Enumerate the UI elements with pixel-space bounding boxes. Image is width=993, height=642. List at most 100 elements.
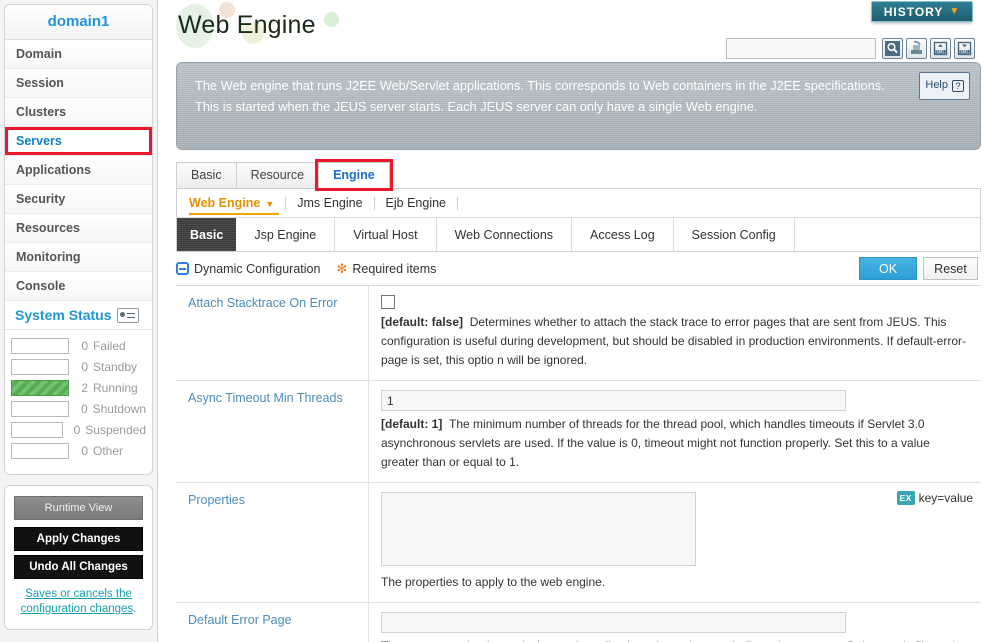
subtab-jsp-engine[interactable]: Jsp Engine: [236, 218, 336, 251]
sidebar-item-resources[interactable]: Resources: [5, 214, 152, 243]
field-control: [default: 1] The minimum number of threa…: [369, 381, 981, 482]
sidebar-item-servers[interactable]: Servers: [5, 127, 152, 156]
sidebar-nav-card: domain1 Domain Session Clusters Servers …: [4, 4, 153, 475]
sidebar: domain1 Domain Session Clusters Servers …: [0, 0, 158, 642]
status-label: Failed: [93, 339, 126, 353]
status-bar: [11, 401, 69, 417]
required-items-hint: ✻ Required items: [336, 261, 436, 277]
field-label: Properties: [176, 483, 369, 602]
question-mark-icon: ?: [952, 79, 964, 92]
form-row-default-error-page: Default Error Page The error page that i…: [176, 603, 981, 642]
laptop-icon[interactable]: [117, 307, 140, 323]
header-toolbar: XML XML: [726, 38, 975, 59]
status-label: Shutdown: [92, 402, 146, 416]
field-description-text: The minimum number of threads for the th…: [381, 417, 930, 469]
divider: [457, 196, 459, 210]
status-row-suspended: 0 Suspended: [11, 422, 146, 438]
field-label: Async Timeout Min Threads: [176, 381, 369, 482]
sidebar-item-applications[interactable]: Applications: [5, 156, 152, 185]
status-label: Running: [93, 381, 138, 395]
status-bar: [11, 380, 69, 396]
tabs-level2: Web Engine ▼ Jms Engine Ejb Engine: [177, 189, 980, 218]
reset-button[interactable]: Reset: [923, 257, 978, 280]
search-icon[interactable]: [882, 38, 903, 59]
sidebar-item-monitoring[interactable]: Monitoring: [5, 243, 152, 272]
form-row-properties: Properties EX key=value The properties t…: [176, 483, 981, 603]
save-note-link[interactable]: Saves or cancels the configuration chang…: [21, 588, 134, 615]
svg-text:XML: XML: [936, 49, 945, 54]
sidebar-item-security[interactable]: Security: [5, 185, 152, 214]
asterisk-icon: ✻: [336, 260, 348, 276]
sidebar-actions-card: Runtime View Apply Changes Undo All Chan…: [4, 485, 153, 630]
tab-jms-engine[interactable]: Jms Engine: [286, 196, 373, 210]
help-button[interactable]: Help ?: [919, 72, 970, 100]
status-row-running: 2 Running: [11, 380, 146, 396]
xml-upload-icon[interactable]: XML: [930, 38, 951, 59]
undo-all-changes-button[interactable]: Undo All Changes: [14, 555, 143, 579]
status-count: 0: [80, 402, 88, 416]
status-row-shutdown: 0 Shutdown: [11, 401, 146, 417]
tab-basic[interactable]: Basic: [176, 162, 237, 188]
domain-title: domain1: [5, 5, 152, 40]
xml-download-icon[interactable]: XML: [954, 38, 975, 59]
tab-resource[interactable]: Resource: [235, 162, 320, 188]
tab-web-engine-label: Web Engine: [189, 196, 261, 210]
sidebar-item-session[interactable]: Session: [5, 69, 152, 98]
field-control: EX key=value The properties to apply to …: [369, 483, 981, 602]
field-description-text: Determines whether to attach the stack t…: [381, 315, 967, 367]
key-value-hint: EX key=value: [896, 491, 973, 505]
field-label: Attach Stacktrace On Error: [176, 286, 369, 380]
apply-changes-button[interactable]: Apply Changes: [14, 527, 143, 551]
default-error-page-input[interactable]: [381, 612, 846, 633]
tab-ejb-engine[interactable]: Ejb Engine: [375, 196, 457, 210]
ok-button[interactable]: OK: [859, 257, 917, 280]
action-bar: Dynamic Configuration ✻ Required items O…: [176, 252, 981, 285]
subtab-session-config[interactable]: Session Config: [674, 218, 795, 251]
subtab-basic[interactable]: Basic: [177, 218, 236, 251]
subtab-virtual-host[interactable]: Virtual Host: [335, 218, 437, 251]
field-description: [default: false] Determines whether to a…: [381, 313, 971, 370]
tabs-level1: Basic Resource Engine: [176, 160, 981, 188]
main-content: Web Engine HISTORY ▼ XML XML The Web eng…: [158, 0, 993, 642]
properties-textarea[interactable]: [381, 492, 696, 566]
example-badge-icon: EX: [896, 491, 915, 505]
system-status-title: System Status: [15, 307, 112, 323]
save-note-tail: .: [133, 603, 137, 615]
runtime-view-button[interactable]: Runtime View: [14, 496, 143, 520]
tab-web-engine[interactable]: Web Engine ▼: [187, 196, 285, 215]
status-count: 0: [81, 360, 88, 374]
system-status-list: 0 Failed 0 Standby 2 Running 0 Shutdown: [5, 330, 152, 474]
export-icon[interactable]: [906, 38, 927, 59]
field-control: The error page that is used when web app…: [369, 603, 981, 642]
sidebar-item-console[interactable]: Console: [5, 272, 152, 301]
status-count: 2: [81, 381, 88, 395]
attach-stacktrace-checkbox[interactable]: [381, 295, 395, 309]
field-default: [default: 1]: [381, 417, 443, 431]
form-row-async-timeout-min-threads: Async Timeout Min Threads [default: 1] T…: [176, 381, 981, 483]
sidebar-item-clusters[interactable]: Clusters: [5, 98, 152, 127]
search-input[interactable]: [726, 38, 876, 59]
async-timeout-min-threads-input[interactable]: [381, 390, 846, 411]
subtab-access-log[interactable]: Access Log: [572, 218, 674, 251]
key-value-text: key=value: [918, 491, 973, 505]
subtab-web-connections[interactable]: Web Connections: [437, 218, 573, 251]
status-row-failed: 0 Failed: [11, 338, 146, 354]
field-description-text: The properties to apply to the web engin…: [381, 575, 606, 589]
sidebar-item-domain[interactable]: Domain: [5, 40, 152, 69]
svg-text:XML: XML: [960, 49, 969, 54]
status-bar: [11, 338, 69, 354]
tab-engine[interactable]: Engine: [318, 162, 390, 188]
subtab-filler: [795, 218, 980, 251]
field-default: [default: false]: [381, 315, 464, 329]
history-button[interactable]: HISTORY ▼: [871, 1, 973, 22]
dynamic-configuration-label: Dynamic Configuration: [194, 261, 321, 276]
engine-panel: Web Engine ▼ Jms Engine Ejb Engine Basic …: [176, 188, 981, 252]
tabs-level3: Basic Jsp Engine Virtual Host Web Connec…: [177, 218, 980, 251]
chevron-down-icon: ▼: [265, 199, 275, 209]
form-actions: OK Reset: [859, 257, 978, 280]
status-bar: [11, 422, 63, 438]
dynamic-configuration-hint: Dynamic Configuration: [176, 262, 320, 276]
field-description: The error page that is used when web app…: [381, 637, 971, 642]
help-label: Help: [925, 79, 948, 91]
system-status-header: System Status: [5, 301, 152, 330]
